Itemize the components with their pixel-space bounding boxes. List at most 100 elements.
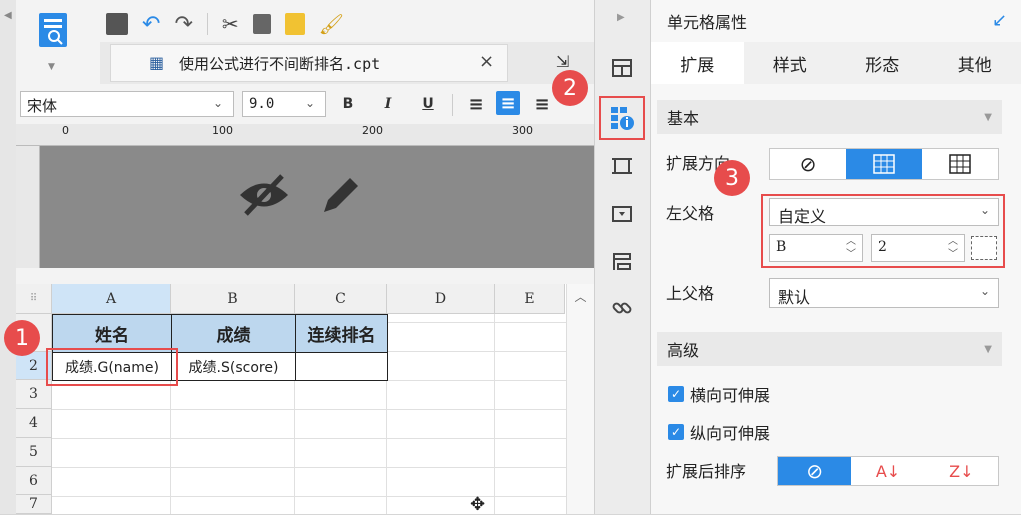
row-header-7[interactable]: 7 <box>16 495 52 514</box>
chevron-down-icon: ⌄ <box>305 96 315 110</box>
sort-order-toggle: ⊘ A↓ Z↓ <box>777 456 999 486</box>
font-size-select[interactable]: 9.0 ⌄ <box>242 91 326 117</box>
cut-icon[interactable]: ✂ <box>222 12 239 36</box>
sort-ascending-icon[interactable]: A↓ <box>851 457 924 485</box>
dropdown-arrow-icon[interactable]: ▼ <box>48 62 55 72</box>
annotation-badge-3: 3 <box>714 160 750 196</box>
underline-button[interactable]: U <box>416 92 440 116</box>
no-expand-icon[interactable]: ⊘ <box>770 149 846 179</box>
undo-icon[interactable]: ↶ <box>142 12 160 37</box>
column-header-a[interactable]: A <box>52 284 171 314</box>
annotation-badge-2: 2 <box>552 70 588 106</box>
chevron-down-icon: ⌄ <box>980 284 990 298</box>
cell-element-icon[interactable] <box>606 150 638 182</box>
new-report-icon[interactable] <box>34 10 74 56</box>
cursor-move-icon: ✥ <box>470 494 485 515</box>
ruler-tick-200: 200 <box>362 124 383 137</box>
font-family-select[interactable]: 宋体 ⌄ <box>20 91 234 117</box>
horizontal-stretch-option[interactable]: ✓ 横向可伸展 <box>668 382 770 406</box>
scroll-up-icon[interactable]: ︿ <box>567 288 594 305</box>
section-basic[interactable]: 基本 ▼ <box>657 100 1002 134</box>
left-parent-select[interactable]: 自定义 ⌄ <box>769 198 999 226</box>
checkbox-checked-icon[interactable]: ✓ <box>668 424 684 440</box>
row-header-6[interactable]: 6 <box>16 467 52 495</box>
row-header-4[interactable]: 4 <box>16 409 52 438</box>
ruler-tick-300: 300 <box>512 124 533 137</box>
format-brush-icon[interactable]: 🖌 <box>319 12 344 36</box>
tab-expand[interactable]: 扩展 <box>651 42 744 84</box>
edit-pencil-icon[interactable] <box>316 170 366 220</box>
tab-form[interactable]: 形态 <box>836 42 929 84</box>
ruler-tick-100: 100 <box>212 124 233 137</box>
upper-parent-label: 上父格 <box>666 280 714 304</box>
horizontal-stretch-label: 横向可伸展 <box>690 382 770 406</box>
horizontal-expand-icon[interactable] <box>922 149 998 179</box>
section-advanced-label: 高级 <box>667 337 699 361</box>
left-parent-row-value: 2 <box>878 239 887 255</box>
panel-tabs: 扩展 样式 形态 其他 <box>651 42 1021 84</box>
left-parent-row-input[interactable]: 2 ︿﹀ <box>871 234 965 262</box>
save-icon[interactable] <box>106 13 128 35</box>
paste-icon[interactable] <box>285 13 305 35</box>
tab-style[interactable]: 样式 <box>744 42 837 84</box>
cell-attributes-icon[interactable] <box>606 102 638 134</box>
report-header-canvas <box>40 146 594 268</box>
align-center-icon[interactable]: ≡ <box>496 91 520 115</box>
chevron-down-icon: ⌄ <box>980 203 990 217</box>
column-stepper-icon[interactable]: ︿﹀ <box>846 235 856 261</box>
vertical-expand-icon[interactable] <box>846 149 922 179</box>
separator <box>452 94 453 116</box>
left-parent-column-input[interactable]: B ︿﹀ <box>769 234 863 262</box>
tab-report-file[interactable]: ▦ 使用公式进行不间断排名.cpt × <box>110 44 508 82</box>
vertical-ruler <box>16 146 40 268</box>
column-header-e[interactable]: E <box>495 284 565 314</box>
ruler-tick-0: 0 <box>62 124 69 137</box>
chevron-down-icon: ⌄ <box>213 96 223 110</box>
tab-menu-icon[interactable]: ⇲ <box>556 52 569 71</box>
cell-c2[interactable] <box>295 352 388 381</box>
cpt-file-icon: ▦ <box>149 53 164 72</box>
column-header-c[interactable]: C <box>295 284 387 314</box>
tab-title: 使用公式进行不间断排名.cpt <box>179 53 380 74</box>
widget-icon[interactable] <box>606 198 638 230</box>
insert-table-icon[interactable] <box>606 52 638 84</box>
row-stepper-icon[interactable]: ︿﹀ <box>948 235 958 261</box>
section-advanced[interactable]: 高级 ▼ <box>657 332 1002 366</box>
vertical-stretch-label: 纵向可伸展 <box>690 420 770 444</box>
collapse-icon: ▼ <box>984 344 992 355</box>
cell-b1[interactable]: 成绩 <box>171 314 296 353</box>
quick-toolbar: ↶ ↷ ✂ 🖌 <box>106 10 386 38</box>
redo-icon[interactable]: ↷ <box>174 12 192 37</box>
row-header-5[interactable]: 5 <box>16 438 52 467</box>
vertical-stretch-option[interactable]: ✓ 纵向可伸展 <box>668 420 770 444</box>
cell-c1[interactable]: 连续排名 <box>295 314 388 353</box>
close-tab-icon[interactable]: × <box>479 51 494 72</box>
column-header-d[interactable]: D <box>387 284 495 314</box>
hyperlink-icon[interactable] <box>606 292 638 324</box>
collapse-left-icon[interactable]: ◀ <box>4 10 16 21</box>
upper-parent-select[interactable]: 默认 ⌄ <box>769 278 999 308</box>
annotation-box-1 <box>46 348 178 386</box>
bold-button[interactable]: B <box>336 92 360 116</box>
pick-cell-icon[interactable] <box>971 236 997 260</box>
tab-other[interactable]: 其他 <box>929 42 1021 84</box>
eye-hidden-icon[interactable] <box>236 170 292 220</box>
condition-attribute-icon[interactable] <box>606 246 638 278</box>
expand-right-icon[interactable]: ▶ <box>617 12 625 23</box>
align-left-icon[interactable]: ≡ <box>464 92 488 116</box>
cell-b2[interactable]: 成绩.S(score) <box>171 352 296 381</box>
checkbox-checked-icon[interactable]: ✓ <box>668 386 684 402</box>
column-header-b[interactable]: B <box>171 284 295 314</box>
vertical-scrollbar[interactable]: ︿ <box>566 284 594 514</box>
upper-parent-value: 默认 <box>778 284 810 308</box>
separator <box>207 13 208 35</box>
left-parent-column-value: B <box>776 239 786 255</box>
sort-descending-icon[interactable]: Z↓ <box>925 457 998 485</box>
italic-button[interactable]: I <box>376 92 400 116</box>
select-all-corner[interactable]: ⠿ <box>16 284 52 314</box>
copy-icon[interactable] <box>253 14 271 34</box>
dock-arrow-icon[interactable]: ↙ <box>992 10 1007 31</box>
align-right-icon[interactable]: ≡ <box>530 92 554 116</box>
no-sort-icon[interactable]: ⊘ <box>778 457 851 485</box>
col-line <box>494 314 495 514</box>
